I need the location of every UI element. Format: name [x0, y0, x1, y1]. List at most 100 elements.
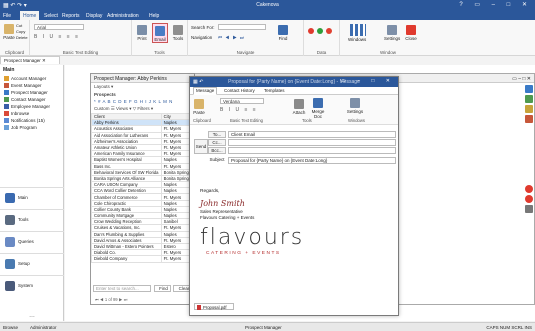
nav-item-notifications[interactable]: Notifications (15) — [0, 117, 63, 124]
email-windows-label: Windows — [348, 118, 365, 123]
settings-label: Settings — [384, 36, 401, 41]
font-select[interactable]: Arial — [34, 24, 84, 30]
window-layout-icon[interactable] — [350, 24, 366, 36]
background-window-controls[interactable]: ▭ – □ ✕ — [512, 76, 531, 82]
format-toolbar[interactable]: B I U ≡ ≡ ≡ — [34, 34, 80, 40]
email-settings-button[interactable]: Settings — [346, 98, 364, 114]
email-label: Email — [154, 37, 166, 42]
status-bar: Browse Administrator Prospect Manager CA… — [0, 322, 535, 331]
contact-icon — [4, 97, 9, 103]
side-icon-5[interactable] — [525, 205, 533, 213]
record-red-icon[interactable] — [308, 28, 314, 34]
nav-item-inbrowse[interactable]: Inbrowse — [0, 110, 63, 117]
close-button[interactable]: Close — [404, 25, 418, 41]
layouts-dropdown[interactable]: Layouts ▾ — [91, 83, 194, 91]
bcc-field[interactable] — [228, 147, 396, 154]
menu-reports[interactable]: Reports — [62, 13, 80, 19]
email-body[interactable]: Regards, John Smith Sales Representative… — [192, 169, 396, 299]
nav-button-tools[interactable]: Tools — [0, 209, 64, 231]
email-window-controls[interactable]: ▭ – □ ✕ — [341, 78, 395, 84]
tab-templates[interactable]: Templates — [264, 88, 285, 93]
search-for-label: Search For: — [191, 25, 215, 30]
windows-dropdown[interactable]: Windows — [348, 37, 366, 42]
email-button[interactable]: Email — [152, 23, 168, 43]
nav-item-prospect-manager[interactable]: Prospect Manager — [0, 89, 63, 96]
nav-item-contact-manager[interactable]: Contact Manager — [0, 96, 63, 103]
table-search-input[interactable]: Enter text to search... — [93, 285, 151, 292]
to-button[interactable]: To... — [208, 131, 226, 138]
side-icon-4[interactable] — [525, 115, 533, 123]
attachment-proposal[interactable]: Proposal.pdf — [194, 303, 234, 311]
side-icon-3[interactable] — [525, 105, 533, 113]
menu-file[interactable]: File — [3, 13, 11, 19]
search-input[interactable] — [218, 24, 266, 30]
side-icon-cancel[interactable] — [525, 195, 533, 203]
status-center: Prospect Manager — [245, 325, 282, 330]
menu-administration[interactable]: Administration — [107, 13, 139, 19]
alpha-filter[interactable]: * # A B C D E F G H I J K L M N — [91, 98, 194, 105]
title-bar: ▦ ↶ ↷ ▾ Cakenova ? ▭ – □ ✕ — [0, 0, 535, 11]
nav-button-main[interactable]: Main — [0, 187, 64, 209]
navigation-arrows[interactable]: ⏮ ◀ ▶ ⏭ — [218, 35, 245, 40]
table-row[interactable]: American Family Insurance Ft. Myers — [91, 150, 195, 158]
nav-more[interactable]: … — [0, 313, 64, 319]
nav-item-event-manager[interactable]: Event Manager — [0, 82, 63, 89]
account-icon — [4, 76, 9, 82]
subject-field[interactable]: Proposal for {Party Name} on {Event Date… — [228, 157, 396, 164]
tools-group-label: Tools — [154, 50, 165, 55]
email-paste-button[interactable]: Paste — [193, 99, 205, 115]
email-font-select[interactable]: Verdana — [220, 98, 264, 104]
menu-help[interactable]: Help — [149, 13, 159, 19]
nav-item-job-program[interactable]: Job Program — [0, 124, 63, 131]
table-row[interactable]: Aid Association for Lutherans Ft. Myers — [91, 131, 195, 139]
filter-bar[interactable]: Custom ☰ Views ▾ ▽ Filters ▾ — [91, 105, 194, 113]
text-group: Arial B I U ≡ ≡ ≡ Basic Text Editing — [30, 20, 132, 56]
tab-message[interactable]: Message — [193, 87, 218, 95]
tools-button[interactable]: Tools — [171, 25, 185, 41]
navigation-label: Navigation — [191, 35, 213, 40]
record-green-icon[interactable] — [317, 28, 323, 34]
tools-label: Tools — [172, 36, 184, 41]
delete-button[interactable]: Delete — [16, 35, 28, 41]
table-row[interactable]: Behavioral Services Of SW Florida Bonita … — [91, 168, 195, 176]
paste-button[interactable]: Paste — [3, 24, 15, 40]
document-tab-prospect-manager[interactable]: Prospect Manager ✕ — [0, 56, 60, 64]
record-stop-icon[interactable] — [326, 28, 332, 34]
menu-select[interactable]: Select — [44, 13, 58, 19]
email-ribbon: Paste Verdana B I U ≡ ≡ Attach Merge Doc… — [190, 95, 398, 125]
merge-doc-button[interactable]: Merge Doc — [309, 98, 327, 119]
send-button[interactable]: Send — [194, 139, 208, 154]
table-row[interactable]: Diebold Company Ft. Myers — [91, 255, 195, 263]
window-controls[interactable]: ? ▭ – □ ✕ — [459, 1, 532, 8]
side-icon-delete[interactable] — [525, 185, 533, 193]
settings-button[interactable]: Settings — [384, 25, 400, 41]
cc-button[interactable]: Cc... — [208, 139, 226, 146]
clipboard-group: Paste Cut Copy Delete Clipboard — [0, 20, 30, 56]
paste-label: Paste — [3, 35, 15, 40]
navigate-group: Search For: Navigation ⏮ ◀ ▶ ⏭ Find Navi… — [188, 20, 304, 56]
side-icon-2[interactable] — [525, 95, 533, 103]
print-button[interactable]: Print — [135, 25, 149, 41]
bcc-button[interactable]: Bcc... — [208, 147, 226, 154]
table-find-button[interactable]: Find — [154, 285, 171, 292]
signature-company: Flavours Catering + Events — [200, 215, 255, 220]
nav-header: Main — [3, 67, 15, 73]
nav-button-queries[interactable]: Queries — [0, 231, 64, 253]
to-field[interactable]: Client Email — [228, 131, 396, 138]
cc-field[interactable] — [228, 139, 396, 146]
tab-contact-history[interactable]: Contact History — [224, 88, 255, 93]
menu-home[interactable]: Home — [20, 11, 40, 20]
pager[interactable]: ⏮ ◀ 1 of 99 ▶ ⏭ — [95, 297, 127, 302]
find-button[interactable]: Find — [276, 25, 290, 41]
prospect-manager-window: Prospect Manager: Abby Perkins Layouts ▾… — [90, 73, 195, 305]
table-row[interactable]: Bonita Springs Arts Alliance Bonita Sprin… — [91, 174, 195, 183]
menu-display[interactable]: Display — [86, 13, 102, 19]
side-icon-1[interactable] — [525, 85, 533, 93]
nav-item-employee-manager[interactable]: Employee Manager — [0, 103, 63, 110]
left-navigation: Main Account Manager Event Manager Prosp… — [0, 65, 64, 321]
email-format-toolbar[interactable]: B I U ≡ ≡ — [220, 107, 258, 113]
nav-button-system[interactable]: System — [0, 275, 64, 297]
nav-item-account-manager[interactable]: Account Manager — [0, 75, 63, 82]
nav-button-setup[interactable]: Setup — [0, 253, 64, 275]
attach-button[interactable]: Attach — [292, 99, 306, 115]
